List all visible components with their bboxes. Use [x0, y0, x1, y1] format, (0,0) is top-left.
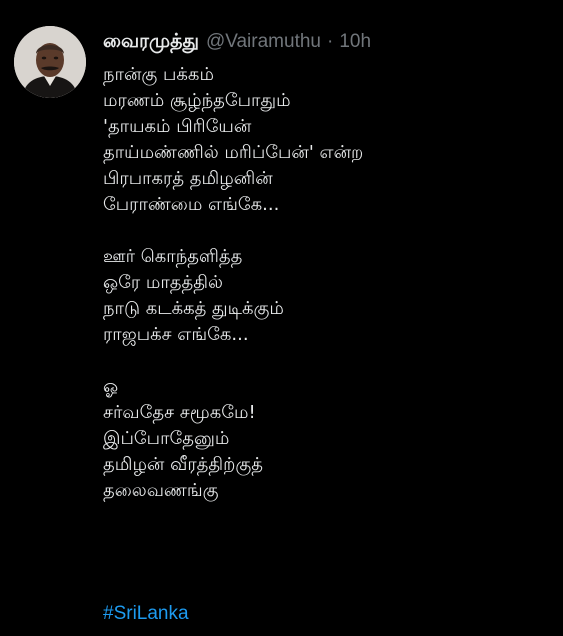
- tweet-line: ஓ: [103, 376, 119, 397]
- tweet-line: நாடு கடக்கத் துடிக்கும்: [103, 298, 284, 319]
- avatar[interactable]: [14, 26, 86, 98]
- tweet-line: ஊர் கொந்தளித்த: [103, 246, 243, 267]
- tweet-timestamp[interactable]: 10h: [339, 31, 371, 53]
- hashtag-link[interactable]: #SriLanka: [103, 600, 189, 628]
- tweet-line: ஒரே மாதத்தில்: [103, 272, 223, 293]
- tweet-line: பிரபாகரத் தமிழனின்: [103, 168, 273, 189]
- tweet: வைரமுத்து @Vairamuthu · 10h நான்கு பக்கம…: [0, 0, 563, 636]
- tweet-line: தமிழன் வீரத்திற்குத்: [103, 454, 263, 475]
- tweet-text: நான்கு பக்கம் மரணம் சூழ்ந்தபோதும் 'தாயகம…: [103, 62, 553, 504]
- tweet-line: நான்கு பக்கம்: [103, 64, 214, 85]
- header-separator: ·: [326, 31, 334, 52]
- author-handle[interactable]: @Vairamuthu: [206, 31, 321, 53]
- tweet-line: இப்போதேனும்: [103, 428, 230, 449]
- avatar-portrait: [14, 26, 86, 98]
- stanza-break: [103, 348, 553, 374]
- stanza-break: [103, 218, 553, 244]
- tweet-line: மரணம் சூழ்ந்தபோதும்: [103, 90, 291, 111]
- tweet-line: தாய்மண்ணில் மரிப்பேன்' என்ற: [103, 142, 364, 163]
- tweet-line: ராஜபக்ச எங்கே...: [103, 324, 249, 345]
- tweet-line: 'தாயகம் பிரியேன்: [103, 116, 252, 137]
- tweet-header: வைரமுத்து @Vairamuthu · 10h: [103, 26, 371, 58]
- tweet-line: சர்வதேச சமூகமே!: [103, 402, 256, 423]
- tweet-line: தலைவணங்கு: [103, 480, 219, 501]
- author-display-name[interactable]: வைரமுத்து: [103, 30, 199, 55]
- tweet-line: பேராண்மை எங்கே...: [103, 194, 280, 215]
